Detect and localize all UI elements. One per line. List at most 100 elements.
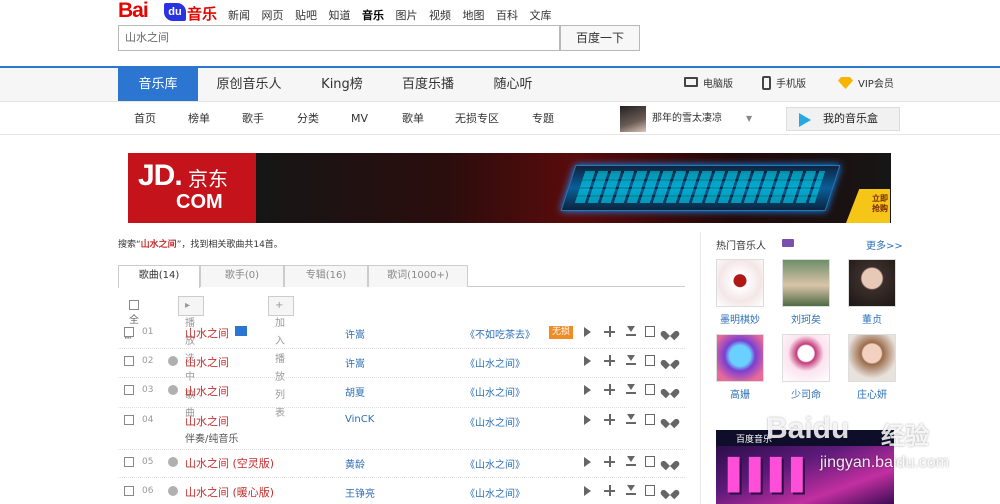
song-artist[interactable]: 王铮亮 — [345, 485, 375, 500]
add-icon[interactable] — [604, 326, 616, 338]
sub-nav-playlists[interactable]: 歌单 — [402, 103, 424, 135]
artist-avatar[interactable] — [716, 334, 764, 382]
tab-singers[interactable]: 歌手(0) — [200, 265, 284, 287]
sub-nav-categories[interactable]: 分类 — [297, 103, 319, 135]
song-album[interactable]: 《不如吃茶去》 — [465, 326, 535, 341]
add-icon[interactable] — [604, 414, 616, 426]
play-icon[interactable] — [584, 486, 591, 496]
song-album[interactable]: 《山水之间》 — [465, 355, 525, 370]
top-nav-web[interactable]: 网页 — [262, 9, 284, 22]
artist-avatar[interactable] — [782, 334, 830, 382]
main-tab-suixinting[interactable]: 随心听 — [472, 68, 554, 101]
vip-link[interactable]: VIP会员 — [838, 68, 894, 101]
play-selected-button[interactable]: ▸ 播放选中歌曲 — [178, 296, 204, 419]
song-title[interactable]: 山水之间 — [185, 354, 229, 370]
artist-card[interactable]: 墨明棋妙 — [716, 259, 764, 326]
heart-icon[interactable] — [665, 356, 675, 366]
now-playing-title[interactable]: 那年的雪太凄凉 — [652, 103, 722, 135]
sub-nav-charts[interactable]: 榜单 — [188, 103, 210, 135]
side-ad-banner[interactable]: 百度音乐 ▌▌▌▌ — [716, 430, 894, 504]
artist-card[interactable]: 刘珂矣 — [782, 259, 830, 326]
row-checkbox[interactable] — [124, 415, 134, 425]
baidu-music-logo[interactable]: Bai du 音乐 — [118, 0, 218, 23]
heart-icon[interactable] — [665, 457, 675, 467]
sub-nav-lossless[interactable]: 无损专区 — [455, 103, 499, 135]
song-artist[interactable]: 胡夏 — [345, 384, 365, 399]
row-checkbox[interactable] — [124, 486, 134, 496]
top-nav-images[interactable]: 图片 — [396, 9, 418, 22]
desktop-version-link[interactable]: 电脑版 — [684, 68, 733, 101]
mv-icon[interactable] — [235, 326, 247, 336]
heart-icon[interactable] — [665, 385, 675, 395]
chevron-down-icon[interactable]: ▼ — [746, 103, 752, 135]
artist-name[interactable]: 董贞 — [848, 311, 896, 326]
tab-albums[interactable]: 专辑(16) — [284, 265, 368, 287]
more-musicians-link[interactable]: 更多>> — [866, 237, 903, 252]
artist-avatar[interactable] — [782, 259, 830, 307]
download-icon[interactable] — [625, 326, 637, 338]
artist-card[interactable]: 少司命 — [782, 334, 830, 401]
song-title[interactable]: 山水之间 — [185, 413, 229, 429]
play-icon[interactable] — [584, 327, 591, 337]
collect-icon[interactable] — [645, 355, 655, 366]
artist-avatar[interactable] — [848, 259, 896, 307]
artist-avatar[interactable] — [716, 259, 764, 307]
artist-name[interactable]: 少司命 — [782, 386, 830, 401]
table-row[interactable]: 03 山水之间 胡夏 《山水之间》 — [118, 378, 685, 408]
top-nav-wenku[interactable]: 文库 — [530, 9, 552, 22]
song-artist[interactable]: 许嵩 — [345, 326, 365, 341]
mobile-version-link[interactable]: 手机版 — [762, 68, 806, 101]
now-playing-cover[interactable] — [620, 106, 646, 132]
add-icon[interactable] — [604, 456, 616, 468]
collect-icon[interactable] — [645, 414, 655, 425]
artist-card[interactable]: 庄心妍 — [848, 334, 896, 401]
sub-nav-singers[interactable]: 歌手 — [242, 103, 264, 135]
song-title[interactable]: 山水之间 — [185, 383, 229, 399]
top-nav-tieba[interactable]: 贴吧 — [295, 9, 317, 22]
heart-icon[interactable] — [665, 327, 675, 337]
song-artist[interactable]: 黄龄 — [345, 456, 365, 471]
download-icon[interactable] — [625, 384, 637, 396]
table-row[interactable]: 05 山水之间 (空灵版) 黄龄 《山水之间》 — [118, 450, 685, 478]
top-nav-baike[interactable]: 百科 — [496, 9, 518, 22]
song-title[interactable]: 山水之间 — [185, 325, 229, 341]
play-icon[interactable] — [584, 385, 591, 395]
top-nav-map[interactable]: 地图 — [463, 9, 485, 22]
play-icon[interactable] — [584, 356, 591, 366]
jd-banner-ad[interactable]: JD. 京东 COM 立即抢购 — [128, 153, 891, 223]
add-icon[interactable] — [604, 485, 616, 497]
collect-icon[interactable] — [645, 485, 655, 496]
row-checkbox[interactable] — [124, 356, 134, 366]
play-icon[interactable] — [584, 415, 591, 425]
song-album[interactable]: 《山水之间》 — [465, 456, 525, 471]
collect-icon[interactable] — [645, 326, 655, 337]
download-icon[interactable] — [625, 355, 637, 367]
play-icon[interactable] — [584, 457, 591, 467]
artist-card[interactable]: 董贞 — [848, 259, 896, 326]
download-icon[interactable] — [625, 456, 637, 468]
add-icon[interactable] — [604, 384, 616, 396]
song-album[interactable]: 《山水之间》 — [465, 414, 525, 429]
collect-icon[interactable] — [645, 456, 655, 467]
tab-songs[interactable]: 歌曲(14) — [118, 265, 200, 288]
my-music-box-button[interactable]: 我的音乐盒 — [786, 107, 900, 131]
main-tab-music-library[interactable]: 音乐库 — [118, 68, 198, 101]
artist-name[interactable]: 墨明棋妙 — [716, 311, 764, 326]
sub-nav-mv[interactable]: MV — [351, 103, 368, 135]
top-nav-video[interactable]: 视频 — [429, 9, 451, 22]
top-nav-news[interactable]: 新闻 — [228, 9, 250, 22]
add-icon[interactable] — [604, 355, 616, 367]
main-tab-original-musicians[interactable]: 原创音乐人 — [198, 68, 300, 101]
song-album[interactable]: 《山水之间》 — [465, 485, 525, 500]
artist-card[interactable]: 高姗 — [716, 334, 764, 401]
main-tab-lebo[interactable]: 百度乐播 — [384, 68, 472, 101]
collect-icon[interactable] — [645, 384, 655, 395]
song-title[interactable]: 山水之间 (空灵版) — [185, 455, 274, 471]
tab-lyrics[interactable]: 歌词(1000+) — [368, 265, 468, 287]
artist-avatar[interactable] — [848, 334, 896, 382]
top-nav-music[interactable]: 音乐 — [362, 9, 384, 22]
heart-icon[interactable] — [665, 486, 675, 496]
artist-name[interactable]: 庄心妍 — [848, 386, 896, 401]
download-icon[interactable] — [625, 414, 637, 426]
row-checkbox[interactable] — [124, 327, 134, 337]
